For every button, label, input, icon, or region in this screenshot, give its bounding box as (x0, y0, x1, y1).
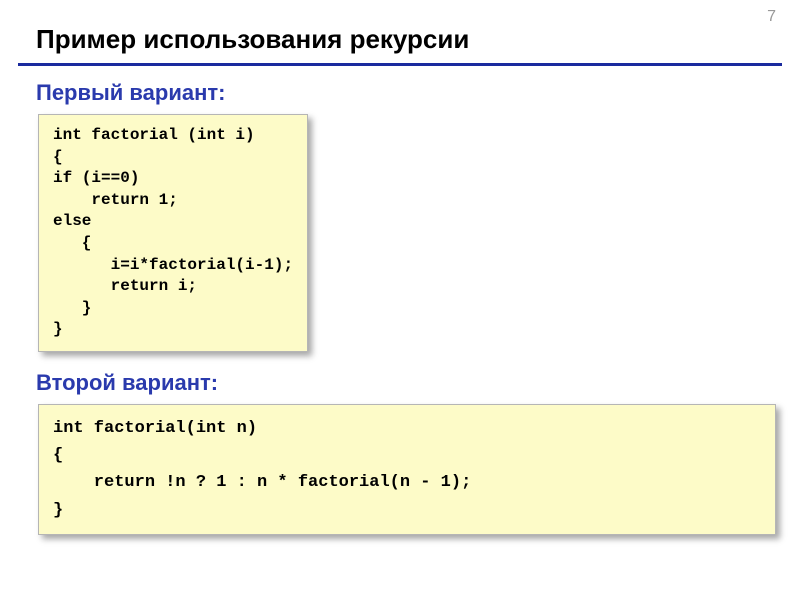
code-block-1-text: int factorial (int i) { if (i==0) return… (53, 125, 293, 341)
code-block-1-wrap: int factorial (int i) { if (i==0) return… (38, 114, 800, 352)
code-block-2-text: int factorial(int n) { return !n ? 1 : n… (53, 415, 761, 524)
title-underline (18, 63, 782, 66)
code-block-1: int factorial (int i) { if (i==0) return… (38, 114, 308, 352)
page-number: 7 (767, 8, 776, 26)
variant2-label: Второй вариант: (0, 366, 800, 404)
code-block-2-wrap: int factorial(int n) { return !n ? 1 : n… (38, 404, 776, 535)
slide-title: Пример использования рекурсии (0, 0, 800, 63)
variant1-label: Первый вариант: (0, 76, 800, 114)
code-block-2: int factorial(int n) { return !n ? 1 : n… (38, 404, 776, 535)
